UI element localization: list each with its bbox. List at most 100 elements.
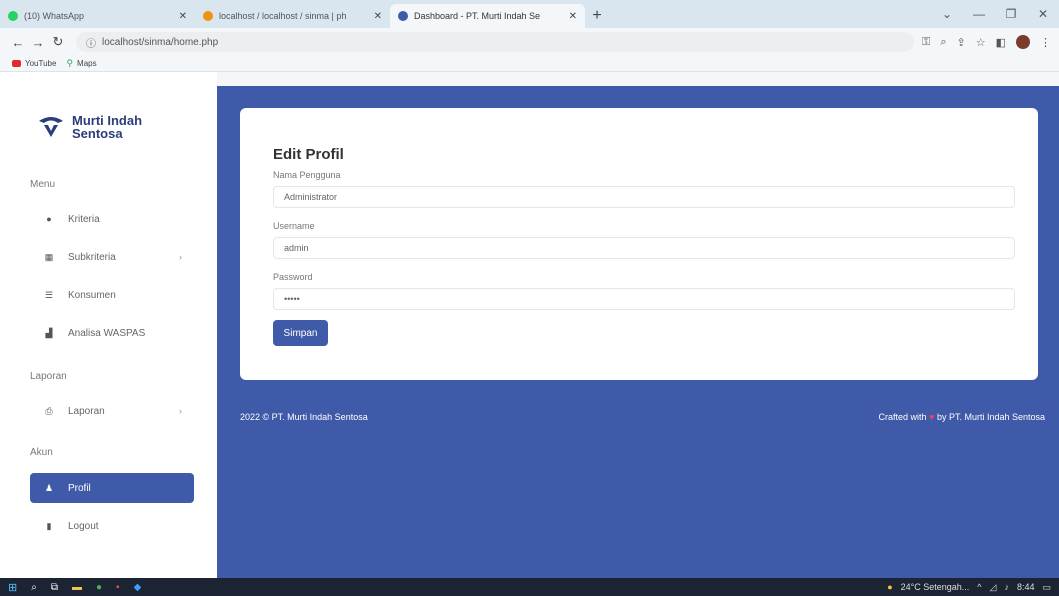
footer-credit-prefix: Crafted with: [878, 412, 927, 422]
browser-tab-phpmyadmin[interactable]: localhost / localhost / sinma | ph ✕: [195, 4, 390, 28]
forward-icon[interactable]: →: [28, 35, 48, 50]
user-icon: ♟: [44, 482, 54, 493]
whatsapp-favicon-icon: [8, 11, 18, 21]
circle-icon: ●: [46, 214, 52, 224]
system-tray: ● 24°C Setengah... ^ ◿ ♪ 8:44 ▭: [887, 578, 1051, 596]
bookmark-maps[interactable]: ⚲ Maps: [66, 58, 96, 69]
main-content: Edit Profil Nama Pengguna Administrator …: [217, 86, 1059, 578]
toolbar-icons: ⚿ ⌕ ⇪ ☆ ◧ ⋮: [922, 35, 1051, 49]
bookmark-youtube[interactable]: YouTube: [12, 59, 56, 68]
sidebar-item-profil[interactable]: ♟ Profil: [30, 473, 194, 503]
footer-copyright: 2022 © PT. Murti Indah Sentosa: [240, 412, 368, 422]
task-view-icon[interactable]: ⧉: [51, 582, 58, 593]
brand-logo-icon: [39, 117, 63, 137]
window-controls: ⌄ — ❐ ✕: [931, 0, 1059, 28]
address-bar[interactable]: ⓘ localhost/sinma/home.php: [76, 32, 914, 52]
password-field-value: •••••: [284, 294, 300, 304]
sidebar-item-label: Logout: [68, 520, 99, 532]
browser-tab-bar: (10) WhatsApp ✕ localhost / localhost / …: [0, 0, 1059, 28]
sidebar-item-logout[interactable]: ▮ Logout: [30, 511, 194, 541]
zoom-icon[interactable]: ⌕: [940, 36, 946, 49]
site-favicon-icon: [398, 11, 408, 21]
sidebar-item-label: Analisa WASPAS: [68, 327, 146, 339]
tab-title: localhost / localhost / sinma | ph: [219, 11, 347, 21]
sidebar-item-kriteria[interactable]: ● Kriteria: [30, 204, 194, 234]
report-heading: Laporan: [30, 371, 67, 382]
minimize-icon[interactable]: —: [963, 0, 995, 28]
name-field-value: Administrator: [284, 192, 338, 202]
chrome-icon[interactable]: ●: [96, 582, 102, 593]
bookmark-star-icon[interactable]: ☆: [976, 36, 986, 49]
maximize-icon[interactable]: ❐: [995, 0, 1027, 28]
sidebar-item-label: Laporan: [68, 405, 105, 417]
username-label: Username: [273, 221, 315, 231]
tab-title: Dashboard - PT. Murti Indah Se: [414, 11, 541, 21]
save-button[interactable]: Simpan: [273, 320, 328, 346]
weather-text[interactable]: 24°C Setengah...: [901, 582, 970, 592]
sidebar-item-konsumen[interactable]: ☰ Konsumen: [30, 280, 194, 310]
browser-tab-dashboard[interactable]: Dashboard - PT. Murti Indah Se ✕: [390, 4, 585, 28]
network-icon[interactable]: ◿: [990, 582, 997, 593]
phpmyadmin-favicon-icon: [203, 11, 213, 21]
sidebar-item-label: Subkriteria: [68, 251, 116, 263]
map-pin-icon: ⚲: [66, 58, 74, 68]
new-tab-button[interactable]: +: [585, 4, 609, 28]
file-explorer-icon[interactable]: ▬: [72, 582, 82, 593]
account-heading: Akun: [30, 447, 53, 458]
grid-icon: ▦: [44, 251, 54, 262]
key-icon[interactable]: ⚿: [922, 36, 930, 49]
chevron-icon: ›: [179, 252, 182, 262]
clock[interactable]: 8:44: [1017, 582, 1035, 592]
password-field[interactable]: •••••: [273, 288, 1015, 310]
menu-heading: Menu: [30, 179, 56, 190]
app-icon[interactable]: ▪: [116, 582, 120, 593]
notification-icon[interactable]: ▭: [1042, 582, 1051, 593]
brand-name-line2: Sentosa: [72, 126, 123, 141]
page-viewport: Murti Indah Sentosa Menu ● Kriteria ▦ Su…: [0, 72, 1059, 578]
windows-start-icon[interactable]: ⊞: [8, 581, 17, 594]
reload-icon[interactable]: ↻: [48, 34, 68, 50]
sidebar-item-subkriteria[interactable]: ▦ Subkriteria ›: [30, 242, 194, 272]
bookmark-label: YouTube: [25, 59, 57, 68]
footer-credit: Crafted with ♥ by PT. Murti Indah Sentos…: [879, 412, 1045, 422]
browser-tab-whatsapp[interactable]: (10) WhatsApp ✕: [0, 4, 195, 28]
close-tab-icon[interactable]: ✕: [569, 11, 577, 22]
print-icon: ⎙: [45, 405, 53, 416]
browser-toolbar: ← → ↻ ⓘ localhost/sinma/home.php ⚿ ⌕ ⇪ ☆…: [0, 28, 1059, 56]
username-field[interactable]: admin: [273, 237, 1015, 259]
bookmark-label: Maps: [77, 59, 97, 68]
password-label: Password: [273, 272, 313, 282]
youtube-icon: [12, 60, 21, 67]
back-icon[interactable]: ←: [8, 35, 28, 50]
bookmarks-bar: YouTube ⚲ Maps: [0, 56, 1059, 72]
more-menu-icon[interactable]: ⋮: [1040, 36, 1051, 49]
heart-icon: ♥: [929, 412, 935, 422]
username-field-value: admin: [284, 243, 309, 253]
name-label: Nama Pengguna: [273, 170, 341, 180]
footer-credit-suffix: by PT. Murti Indah Sentosa: [936, 412, 1045, 422]
users-icon: ☰: [44, 289, 54, 300]
vscode-icon[interactable]: ◆: [134, 582, 142, 593]
volume-icon[interactable]: ♪: [1004, 582, 1009, 592]
close-tab-icon[interactable]: ✕: [179, 11, 187, 22]
name-field[interactable]: Administrator: [273, 186, 1015, 208]
tab-search-icon[interactable]: ⌄: [931, 0, 963, 28]
share-icon[interactable]: ⇪: [957, 36, 966, 49]
close-tab-icon[interactable]: ✕: [374, 11, 382, 22]
sidebar-panel-icon[interactable]: ◧: [996, 36, 1006, 49]
search-icon[interactable]: ⌕: [31, 582, 37, 593]
sidebar-item-label: Kriteria: [68, 213, 100, 225]
sidebar-item-analisa-waspas[interactable]: ▟ Analisa WASPAS: [30, 318, 194, 348]
sidebar-item-label: Konsumen: [68, 289, 116, 301]
chart-icon: ▟: [45, 327, 53, 338]
close-window-icon[interactable]: ✕: [1027, 0, 1059, 28]
brand[interactable]: Murti Indah Sentosa: [36, 114, 142, 140]
sidebar-item-laporan[interactable]: ⎙ Laporan ›: [30, 396, 194, 426]
tray-chevron-icon[interactable]: ^: [977, 582, 981, 592]
profile-avatar[interactable]: [1016, 35, 1030, 49]
site-info-icon[interactable]: ⓘ: [86, 35, 96, 50]
os-taskbar: ⊞ ⌕ ⧉ ▬ ● ▪ ◆ ● 24°C Setengah... ^ ◿ ♪ 8…: [0, 578, 1059, 596]
edit-profile-card: Edit Profil Nama Pengguna Administrator …: [240, 108, 1038, 380]
sidebar: Murti Indah Sentosa Menu ● Kriteria ▦ Su…: [0, 72, 217, 578]
url-text: localhost/sinma/home.php: [102, 36, 219, 48]
